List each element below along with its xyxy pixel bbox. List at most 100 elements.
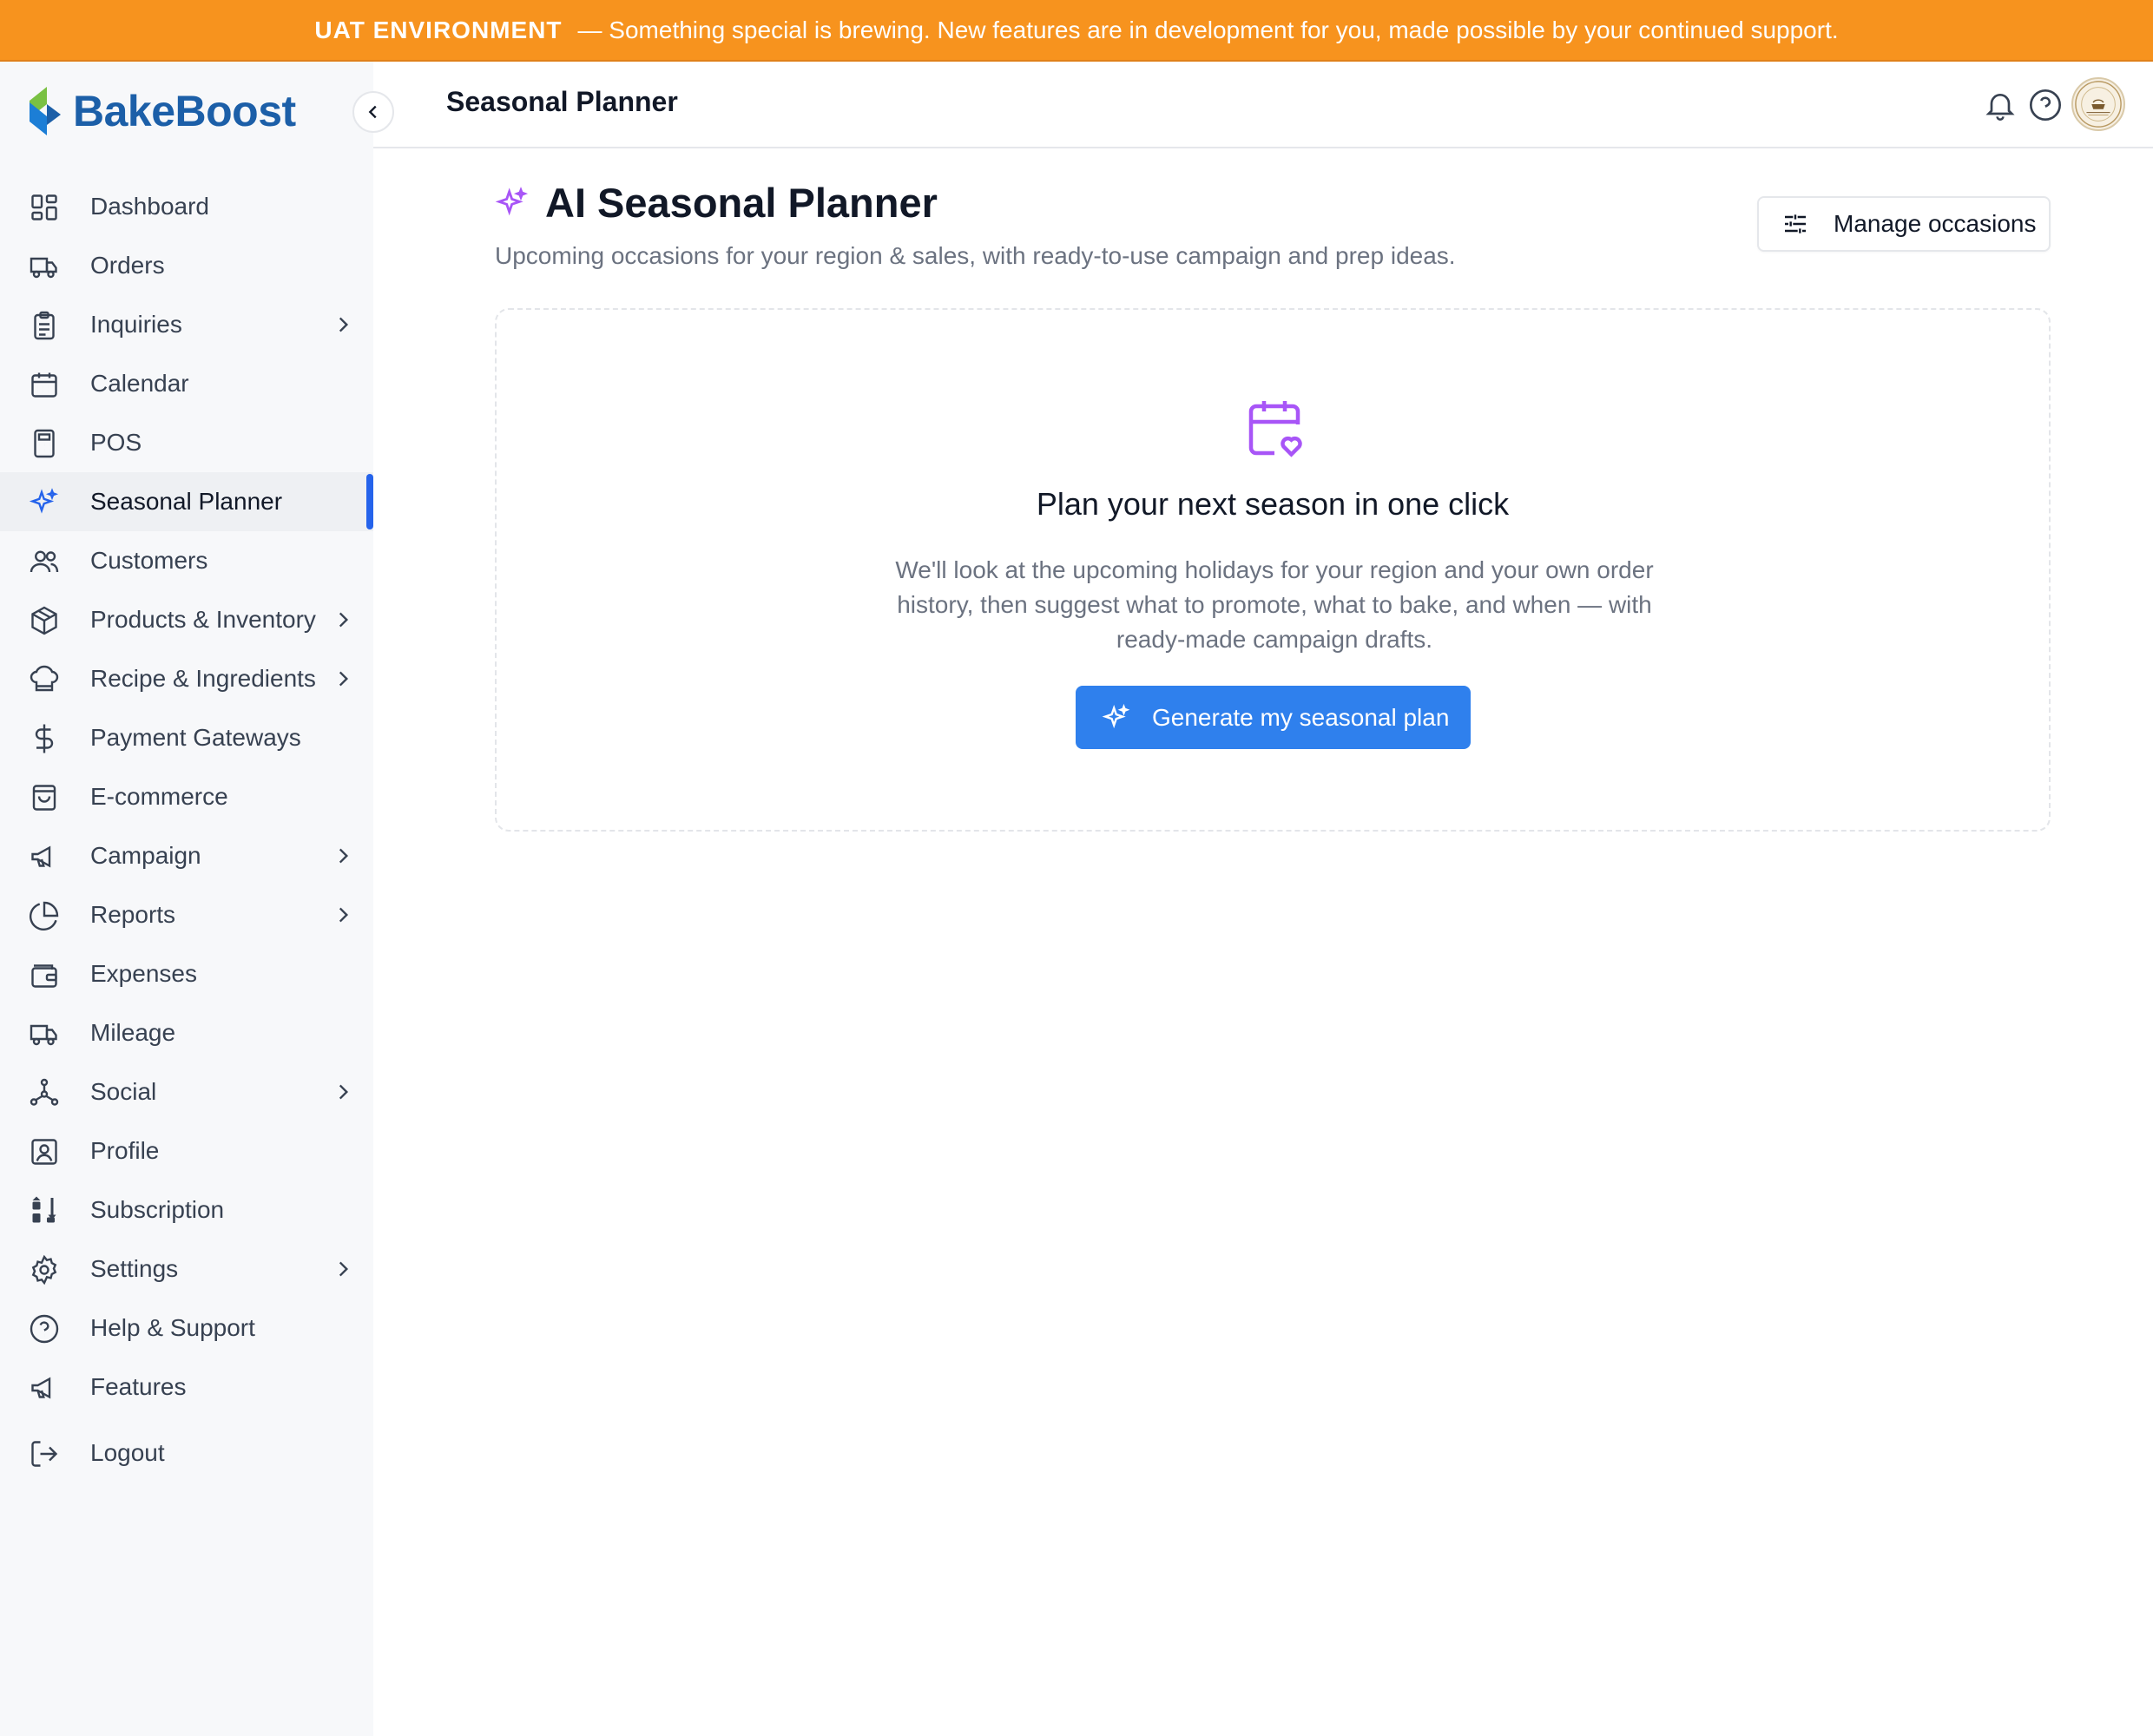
avatar[interactable] xyxy=(2071,77,2125,131)
sidebar-item-label: Seasonal Planner xyxy=(90,488,283,515)
sidebar-nav: Dashboard Orders Inquiries Calendar POS … xyxy=(0,177,373,1483)
sidebar-item-features[interactable]: Features xyxy=(0,1358,373,1417)
manage-occasions-label: Manage occasions xyxy=(1834,210,2037,237)
sidebar-item-label: Expenses xyxy=(90,960,197,987)
sidebar-item-social[interactable]: Social xyxy=(0,1062,373,1121)
sidebar-item-payment-gateways[interactable]: Payment Gateways xyxy=(0,708,373,767)
empty-state-title: Plan your next season in one click xyxy=(1036,486,1510,522)
sidebar-item-subscription[interactable]: Subscription xyxy=(0,1180,373,1240)
sidebar-item-recipe-ingredients[interactable]: Recipe & Ingredients xyxy=(0,649,373,708)
sidebar-item-reports[interactable]: Reports xyxy=(0,885,373,944)
sidebar-item-label: Products & Inventory xyxy=(90,606,316,633)
sidebar: BakeBoost Dashboard Orders Inquiries Cal… xyxy=(0,62,373,1736)
sidebar-item-label: E-commerce xyxy=(90,783,228,810)
collapse-sidebar-button[interactable] xyxy=(352,91,394,133)
megaphone-icon xyxy=(28,840,61,873)
sidebar-item-profile[interactable]: Profile xyxy=(0,1121,373,1180)
sidebar-item-campaign[interactable]: Campaign xyxy=(0,826,373,885)
sidebar-item-label: Payment Gateways xyxy=(90,724,301,751)
sidebar-item-mileage[interactable]: Mileage xyxy=(0,1003,373,1062)
generate-seasonal-plan-label: Generate my seasonal plan xyxy=(1152,703,1450,731)
main-heading: AI Seasonal Planner xyxy=(545,180,938,226)
sidebar-item-label: Customers xyxy=(90,547,208,574)
sidebar-item-ecommerce[interactable]: E-commerce xyxy=(0,767,373,826)
sidebar-item-label: Logout xyxy=(90,1439,165,1466)
manage-occasions-button[interactable]: Manage occasions xyxy=(1757,196,2051,252)
main-title-row: AI Seasonal Planner xyxy=(495,179,938,227)
generate-seasonal-plan-button[interactable]: Generate my seasonal plan xyxy=(1076,686,1471,749)
sidebar-item-settings[interactable]: Settings xyxy=(0,1240,373,1299)
chevron-right-icon xyxy=(339,1261,349,1277)
sidebar-item-inquiries[interactable]: Inquiries xyxy=(0,295,373,354)
bell-icon[interactable] xyxy=(1983,86,2018,124)
share-nodes-icon xyxy=(28,1076,61,1109)
page-title: Seasonal Planner xyxy=(446,86,678,117)
sidebar-item-label: Recipe & Ingredients xyxy=(90,665,316,692)
sidebar-item-calendar[interactable]: Calendar xyxy=(0,354,373,413)
top-header: Seasonal Planner xyxy=(373,62,2153,148)
sidebar-item-label: Settings xyxy=(90,1255,179,1282)
shopping-bag-icon xyxy=(28,781,61,814)
banner-environment-label: UAT ENVIRONMENT xyxy=(314,16,563,43)
calculator-icon xyxy=(28,427,61,460)
calendar-icon xyxy=(28,368,61,401)
sparkles-icon xyxy=(1102,703,1130,728)
brand-logo[interactable]: BakeBoost xyxy=(26,82,296,140)
help-circle-icon xyxy=(28,1312,61,1345)
sidebar-item-pos[interactable]: POS xyxy=(0,413,373,472)
chevron-right-icon xyxy=(339,317,349,332)
main-subtitle: Upcoming occasions for your region & sal… xyxy=(495,242,1456,269)
sidebar-item-label: Reports xyxy=(90,901,176,928)
user-square-icon xyxy=(28,1135,61,1168)
sliders-icon xyxy=(1785,214,1806,233)
sidebar-item-label: Calendar xyxy=(90,370,189,397)
bakery-logo-icon xyxy=(2075,81,2122,128)
pie-chart-icon xyxy=(28,899,61,932)
environment-banner: UAT ENVIRONMENT — Something special is b… xyxy=(0,0,2153,62)
sparkles-icon xyxy=(28,486,61,519)
sidebar-item-dashboard[interactable]: Dashboard xyxy=(0,177,373,236)
calendar-heart-icon xyxy=(1248,401,1302,457)
dollar-icon xyxy=(28,722,61,755)
sidebar-item-customers[interactable]: Customers xyxy=(0,531,373,590)
empty-state-card: Plan your next season in one click We'll… xyxy=(495,308,2051,832)
banner-message: — Something special is brewing. New feat… xyxy=(577,16,1839,43)
truck-icon xyxy=(28,1017,61,1050)
help-icon[interactable] xyxy=(2028,88,2063,122)
sidebar-item-label: Subscription xyxy=(90,1196,225,1223)
sidebar-item-products-inventory[interactable]: Products & Inventory xyxy=(0,590,373,649)
sidebar-item-seasonal-planner[interactable]: Seasonal Planner xyxy=(0,472,373,531)
logout-icon xyxy=(28,1437,61,1470)
sidebar-item-expenses[interactable]: Expenses xyxy=(0,944,373,1003)
sparkles-icon xyxy=(495,186,529,215)
sidebar-item-label: Social xyxy=(90,1078,157,1105)
sidebar-item-help-support[interactable]: Help & Support xyxy=(0,1299,373,1358)
chevron-right-icon xyxy=(339,907,349,923)
users-icon xyxy=(28,545,61,578)
megaphone-icon xyxy=(28,1371,61,1404)
clipboard-icon xyxy=(28,309,61,342)
chevron-right-icon xyxy=(339,612,349,628)
chef-hat-icon xyxy=(28,663,61,696)
sidebar-item-label: Profile xyxy=(90,1137,160,1164)
sidebar-item-label: Dashboard xyxy=(90,193,209,220)
sidebar-item-logout[interactable]: Logout xyxy=(0,1424,373,1483)
sidebar-item-orders[interactable]: Orders xyxy=(0,236,373,295)
empty-state-description: We'll look at the upcoming holidays for … xyxy=(895,556,1654,653)
wallet-icon xyxy=(28,958,61,991)
sidebar-item-label: Features xyxy=(90,1373,187,1400)
truck-icon xyxy=(28,250,61,283)
sidebar-item-label: Campaign xyxy=(90,842,201,869)
bakeboost-logo-icon xyxy=(30,87,61,135)
sidebar-item-label: POS xyxy=(90,429,142,456)
sidebar-item-label: Help & Support xyxy=(90,1314,255,1341)
chevron-right-icon xyxy=(339,1084,349,1100)
box-icon xyxy=(28,604,61,637)
dashboard-icon xyxy=(28,191,61,224)
gear-icon xyxy=(28,1253,61,1286)
sidebar-item-label: Inquiries xyxy=(90,311,182,338)
sidebar-item-label: Orders xyxy=(90,252,165,279)
sort-arrows-icon xyxy=(28,1194,61,1227)
chevron-right-icon xyxy=(339,848,349,864)
brand-name: BakeBoost xyxy=(73,87,296,135)
